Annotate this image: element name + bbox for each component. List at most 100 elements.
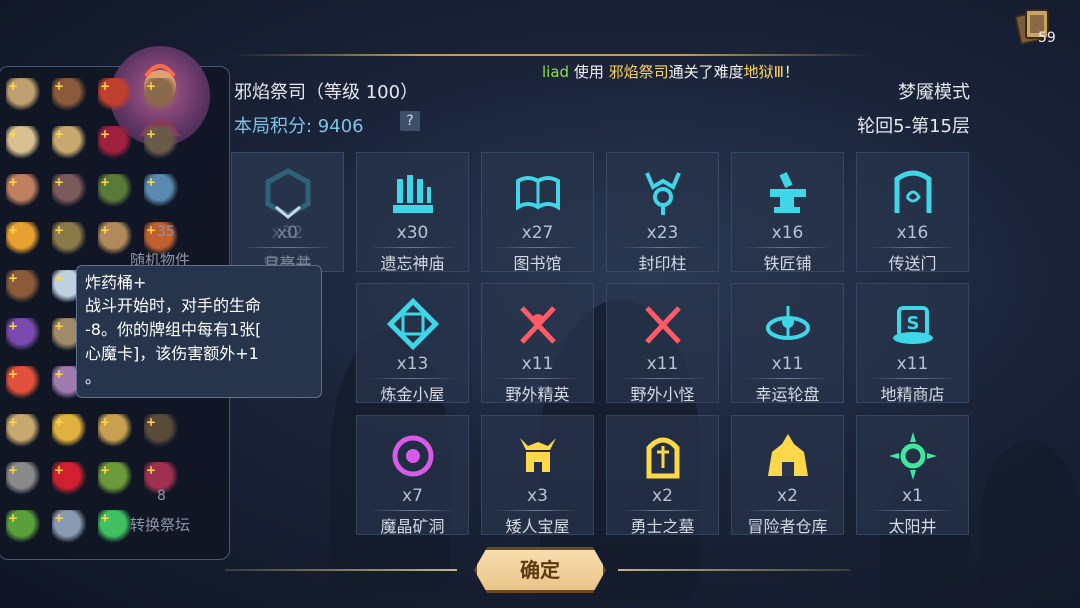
upgrade-plus-icon: + [8, 127, 19, 141]
card-divider [744, 378, 831, 379]
tooltip-line: 。 [85, 368, 102, 387]
upgrade-plus-icon: + [8, 175, 19, 189]
location-count: x13 [396, 354, 429, 374]
location-count: x1 [902, 486, 923, 506]
announcement-player: liad [542, 63, 570, 81]
announcement: liad 使用 邪焰祭司通关了难度地狱Ⅲ！ [542, 61, 799, 82]
warehouse-icon [762, 430, 814, 482]
conversion-altar-label: 转换祭坛 [130, 516, 191, 534]
svg-text:S: S [907, 313, 920, 334]
card-divider [494, 378, 581, 379]
card-divider [494, 247, 581, 248]
location-card[interactable]: x2 冒险者仓库 [731, 415, 844, 536]
location-card[interactable]: x0 月亮井 [231, 152, 344, 273]
random-item-count: 35 [157, 224, 175, 240]
floor-indicator: 轮回5-第15层 [857, 116, 970, 137]
tooltip-title: 炸药桶+ [85, 273, 147, 292]
game-mode: 梦魇模式 [898, 82, 970, 103]
location-card[interactable]: Sx11 地精商店 [856, 283, 969, 404]
location-card[interactable]: x3 矮人宝屋 [481, 415, 594, 536]
run-score: 本局积分: 9406 [234, 116, 364, 137]
confirm-button[interactable]: 确定 [474, 547, 606, 593]
location-label: 野外小怪 [630, 385, 695, 404]
upgrade-plus-icon: + [54, 415, 65, 429]
location-label: 图书馆 [513, 254, 562, 273]
upgrade-plus-icon: + [8, 223, 19, 237]
location-count: x11 [771, 354, 804, 374]
card-divider [744, 247, 831, 248]
score-help-button[interactable]: ? [400, 111, 420, 131]
deck-count: 59 [1038, 30, 1056, 46]
location-card[interactable]: x16 传送门 [856, 152, 969, 273]
location-card[interactable]: x23 封印柱 [606, 152, 719, 273]
announcement-text: 通关了难度 [668, 63, 744, 81]
crystal-mine-icon [387, 430, 439, 482]
upgrade-plus-icon: + [100, 223, 111, 237]
location-card[interactable]: x13 炼金小屋 [356, 283, 469, 404]
announcement-difficulty: 地狱Ⅲ [743, 63, 784, 81]
location-card[interactable]: x11 野外小怪 [606, 283, 719, 404]
upgrade-plus-icon: + [100, 415, 111, 429]
location-label: 传送门 [888, 254, 937, 273]
location-label: 地精商店 [880, 385, 945, 404]
location-count: x11 [646, 354, 679, 374]
location-card[interactable]: x30 遗忘神庙 [356, 152, 469, 273]
location-card[interactable]: x1 太阳井 [856, 415, 969, 536]
tomb-icon [637, 430, 689, 482]
card-divider [494, 510, 581, 511]
location-card[interactable]: x11 幸运轮盘 [731, 283, 844, 404]
hero-name: 邪焰祭司（等级 100） [234, 82, 419, 103]
upgrade-plus-icon: + [100, 127, 111, 141]
wheel-icon [762, 298, 814, 350]
location-card[interactable]: x27 图书馆 [481, 152, 594, 273]
card-divider [744, 510, 831, 511]
card-divider [369, 378, 456, 379]
location-card[interactable]: x11 野外精英 [481, 283, 594, 404]
upgrade-plus-icon: + [146, 175, 157, 189]
location-label: 遗忘神庙 [380, 254, 445, 273]
crossed-swords-icon [637, 298, 689, 350]
location-label: 铁匠铺 [763, 254, 812, 273]
card-divider [869, 247, 956, 248]
location-count: x0 [277, 223, 298, 243]
upgrade-plus-icon: + [54, 79, 65, 93]
upgrade-plus-icon: + [146, 127, 157, 141]
upgrade-plus-icon: + [146, 415, 157, 429]
confirm-divider-right [618, 569, 850, 571]
upgrade-plus-icon: + [100, 79, 111, 93]
location-count: x2 [777, 486, 798, 506]
tooltip-line: 心魔卡]，该伤害额外+1 [85, 344, 259, 363]
location-count: x23 [646, 223, 679, 243]
location-label: 幸运轮盘 [755, 385, 820, 404]
location-card[interactable]: x16 铁匠铺 [731, 152, 844, 273]
sun-well-icon [887, 430, 939, 482]
location-count: x2 [652, 486, 673, 506]
location-count: x11 [521, 354, 554, 374]
card-divider [369, 510, 456, 511]
elite-axes-icon [512, 298, 564, 350]
location-label: 勇士之墓 [630, 517, 695, 536]
location-count: x16 [771, 223, 804, 243]
upgrade-plus-icon: + [8, 367, 19, 381]
book-icon [512, 167, 564, 219]
seal-pillar-icon [637, 167, 689, 219]
location-count: x27 [521, 223, 554, 243]
anvil-icon [762, 167, 814, 219]
card-divider [869, 378, 956, 379]
announcement-text: 使用 [569, 63, 609, 81]
temple-icon [387, 167, 439, 219]
location-card[interactable]: x7 魔晶矿洞 [356, 415, 469, 536]
upgrade-plus-icon: + [8, 463, 19, 477]
upgrade-plus-icon: + [54, 175, 65, 189]
goblin-shop-icon: S [887, 298, 939, 350]
altar-count: 8 [157, 488, 166, 504]
upgrade-plus-icon: + [54, 319, 65, 333]
card-divider [244, 247, 331, 248]
dwarf-helmet-icon [512, 430, 564, 482]
card-divider [369, 247, 456, 248]
location-card[interactable]: x2 勇士之墓 [606, 415, 719, 536]
location-label: 封印柱 [638, 254, 687, 273]
location-count: x16 [896, 223, 929, 243]
location-label: 矮人宝屋 [505, 517, 570, 536]
confirm-divider-left [225, 569, 457, 571]
